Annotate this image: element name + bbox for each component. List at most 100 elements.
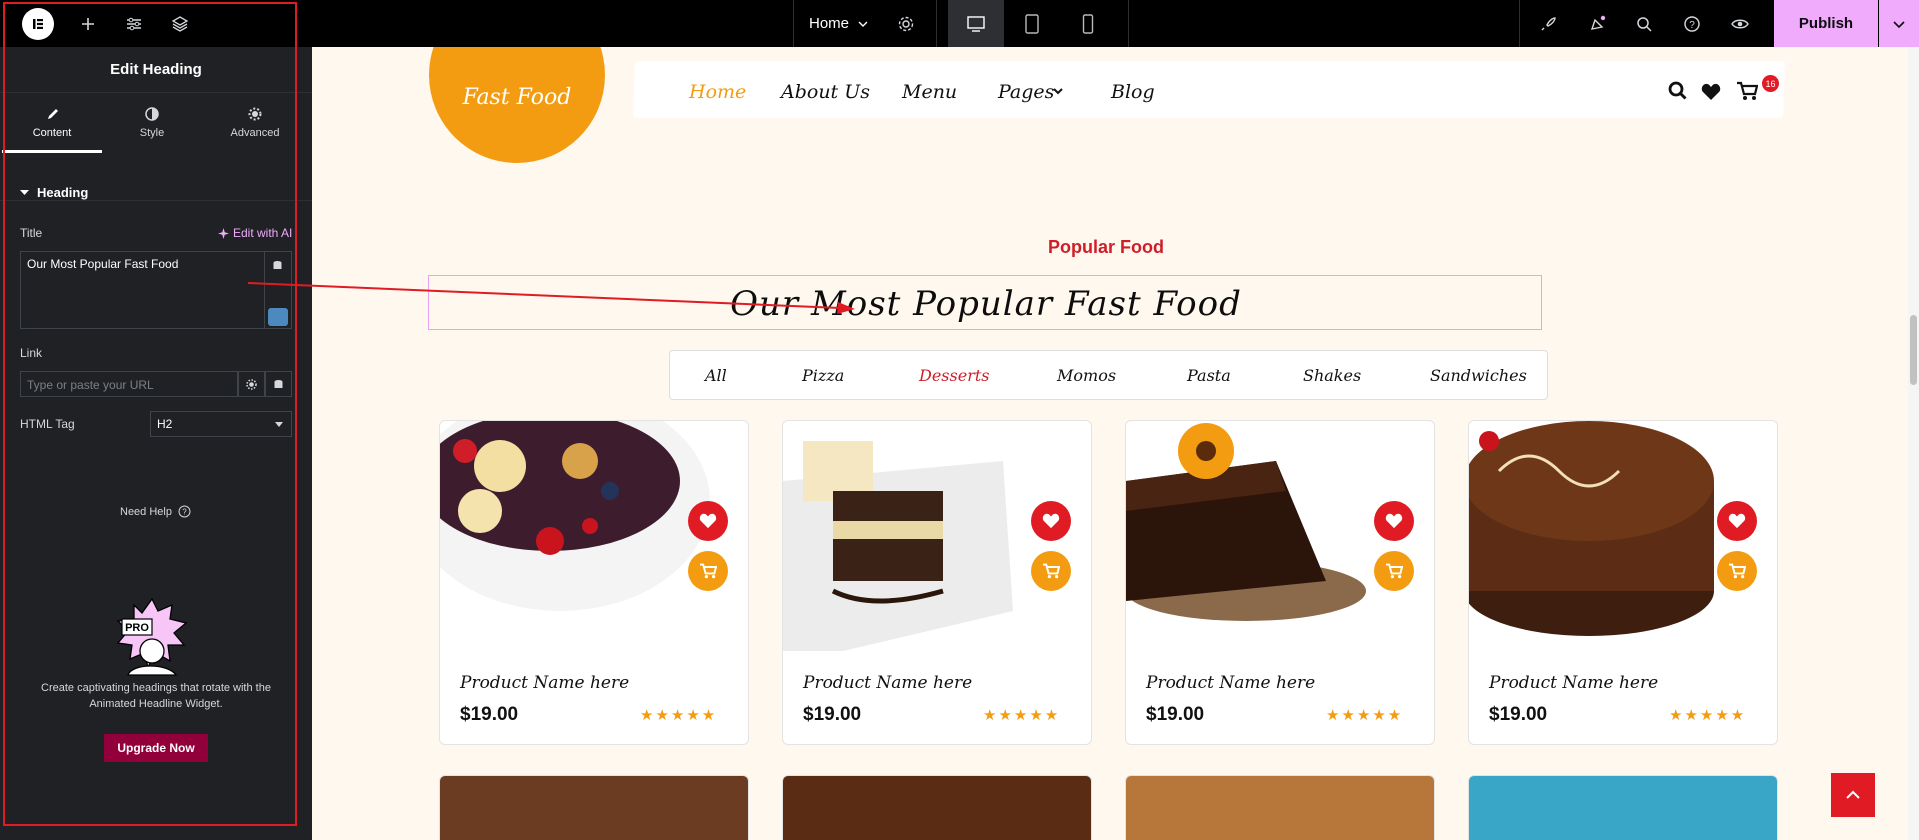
add-to-cart-icon[interactable]: [1031, 551, 1071, 591]
site-logo-circle[interactable]: Fast Food: [429, 47, 605, 163]
filter-all[interactable]: All: [705, 366, 727, 385]
section-subtitle: Popular Food: [1048, 237, 1164, 257]
wishlist-heart-icon[interactable]: [1701, 83, 1721, 101]
rating-stars: ★★★★★: [1669, 707, 1747, 724]
product-card[interactable]: [439, 775, 749, 840]
tab-style[interactable]: Style: [102, 47, 202, 153]
html-tag-select[interactable]: H2: [150, 411, 292, 437]
mobile-view-icon[interactable]: [1060, 0, 1116, 47]
promo-text: Create captivating headings that rotate …: [41, 682, 271, 710]
launchpad-rocket-icon[interactable]: [1524, 0, 1572, 47]
tab-content[interactable]: Content: [2, 47, 102, 153]
product-card[interactable]: Product Name here $19.00 ★★★★★: [1468, 420, 1778, 745]
textarea-side: [265, 251, 292, 329]
back-to-top-button[interactable]: [1831, 773, 1875, 817]
gear-icon: [248, 107, 262, 121]
preview-eye-icon[interactable]: [1716, 0, 1764, 47]
add-to-cart-icon[interactable]: [688, 551, 728, 591]
tab-label: Advanced: [230, 127, 280, 139]
link-options-gear-icon[interactable]: [238, 371, 265, 397]
heading-widget-selected[interactable]: Our Most Popular Fast Food: [428, 275, 1542, 330]
add-to-wishlist-heart-icon[interactable]: [1717, 501, 1757, 541]
sparkle-icon: [218, 227, 229, 239]
structure-layers-icon[interactable]: [156, 0, 204, 47]
need-help-link[interactable]: Need Help ?: [120, 505, 191, 518]
add-element-icon[interactable]: [64, 0, 112, 47]
link-label: Link: [20, 346, 43, 360]
product-card[interactable]: Product Name here $19.00 ★★★★★: [1125, 420, 1435, 745]
rating-stars: ★★★★★: [640, 707, 718, 724]
add-to-cart-icon[interactable]: [1717, 551, 1757, 591]
svg-text:?: ?: [1689, 20, 1695, 31]
site-search-icon[interactable]: [1668, 81, 1688, 101]
preview-canvas: Fast Food Home About Us Menu Pages Blog …: [312, 47, 1908, 840]
title-label: Title: [20, 226, 43, 240]
filter-pasta[interactable]: Pasta: [1187, 366, 1231, 385]
nav-home[interactable]: Home: [689, 81, 746, 103]
product-price: $19.00: [460, 704, 519, 725]
product-name[interactable]: Product Name here: [460, 673, 629, 693]
product-card[interactable]: [1125, 775, 1435, 840]
upgrade-now-button[interactable]: Upgrade Now: [104, 734, 208, 762]
tab-label: Style: [139, 127, 165, 139]
chevron-down-icon: [858, 21, 868, 27]
scrollbar-thumb[interactable]: [1910, 315, 1917, 385]
add-to-wishlist-heart-icon[interactable]: [1031, 501, 1071, 541]
rating-stars: ★★★★★: [1326, 707, 1404, 724]
publish-button[interactable]: Publish: [1774, 0, 1878, 47]
tab-advanced[interactable]: Advanced: [205, 47, 305, 153]
product-price: $19.00: [803, 704, 862, 725]
nav-about-us[interactable]: About Us: [781, 81, 870, 103]
nav-menu[interactable]: Menu: [902, 81, 957, 103]
product-card[interactable]: Product Name here $19.00 ★★★★★: [439, 420, 749, 745]
tab-label: Content: [32, 127, 72, 139]
rating-stars: ★★★★★: [983, 707, 1061, 724]
notifications-icon[interactable]: [1573, 0, 1621, 47]
link-input[interactable]: Type or paste your URL: [20, 371, 238, 397]
cart-icon[interactable]: [1736, 81, 1758, 101]
ai-assistant-avatar[interactable]: [268, 308, 288, 326]
add-to-cart-icon[interactable]: [1374, 551, 1414, 591]
product-card[interactable]: Product Name here $19.00 ★★★★★: [782, 420, 1092, 745]
filter-pizza[interactable]: Pizza: [802, 366, 844, 385]
cart-count-badge: 16: [1762, 75, 1779, 92]
filter-sandwiches[interactable]: Sandwiches: [1430, 366, 1527, 385]
link-dynamic-tags-icon[interactable]: [265, 371, 292, 397]
filter-momos[interactable]: Momos: [1057, 366, 1116, 385]
add-to-wishlist-heart-icon[interactable]: [1374, 501, 1414, 541]
tablet-view-icon[interactable]: [1004, 0, 1060, 47]
desktop-view-icon[interactable]: [948, 0, 1004, 47]
section-heading: Our Most Popular Fast Food: [730, 283, 1242, 324]
nav-pages-chevron-icon: [1053, 88, 1063, 95]
category-filter-bar: All Pizza Desserts Momos Pasta Shakes Sa…: [669, 350, 1548, 400]
site-logo-text: Fast Food: [462, 85, 572, 110]
pro-promo-illustration: PRO: [116, 597, 188, 676]
filter-desserts[interactable]: Desserts: [919, 366, 989, 385]
caret-down-icon: [20, 190, 29, 195]
editor-topbar: Home ? Publish: [0, 0, 1919, 47]
page-name: Home: [809, 15, 850, 32]
product-name[interactable]: Product Name here: [1489, 673, 1658, 693]
publish-options-chevron-icon[interactable]: [1879, 0, 1919, 47]
section-heading-toggle[interactable]: Heading: [20, 185, 88, 200]
site-settings-icon[interactable]: [110, 0, 158, 47]
product-price: $19.00: [1146, 704, 1205, 725]
elementor-logo-icon[interactable]: [22, 8, 54, 40]
canvas-scrollbar[interactable]: [1908, 47, 1919, 840]
nav-pages[interactable]: Pages: [998, 81, 1054, 103]
title-textarea[interactable]: Our Most Popular Fast Food: [20, 251, 265, 329]
help-icon[interactable]: ?: [1668, 0, 1716, 47]
product-name[interactable]: Product Name here: [1146, 673, 1315, 693]
edit-with-ai-button[interactable]: Edit with AI: [218, 226, 292, 240]
product-name[interactable]: Product Name here: [803, 673, 972, 693]
section-label: Heading: [37, 185, 89, 200]
page-settings-gear-icon[interactable]: [882, 0, 930, 47]
html-tag-label: HTML Tag: [20, 417, 75, 431]
dynamic-tags-icon[interactable]: [269, 257, 285, 273]
search-icon[interactable]: [1620, 0, 1668, 47]
add-to-wishlist-heart-icon[interactable]: [688, 501, 728, 541]
product-card[interactable]: [782, 775, 1092, 840]
nav-blog[interactable]: Blog: [1111, 81, 1155, 103]
filter-shakes[interactable]: Shakes: [1303, 366, 1361, 385]
product-card[interactable]: [1468, 775, 1778, 840]
